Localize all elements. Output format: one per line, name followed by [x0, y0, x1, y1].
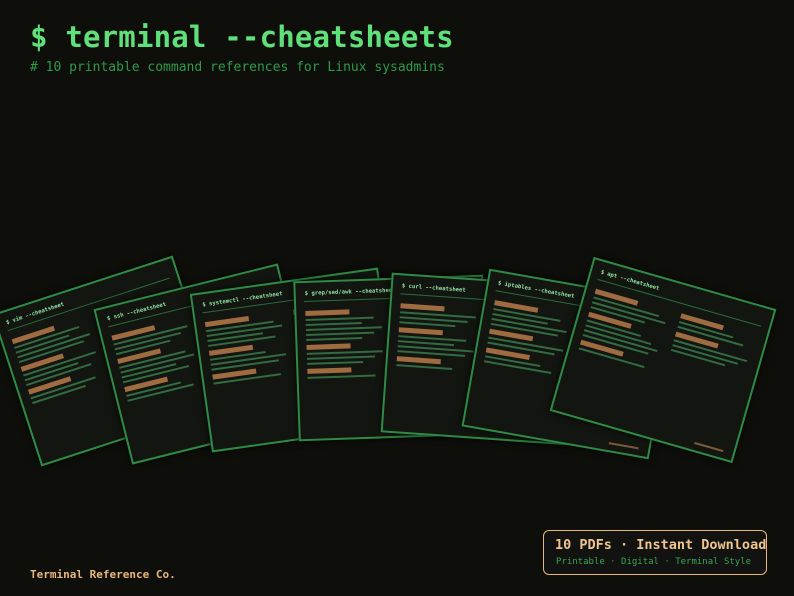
- brand-name: Terminal Reference Co.: [30, 568, 176, 581]
- sheet-column: [483, 296, 574, 379]
- sheet-column: [110, 313, 206, 405]
- sheet-title: $ curl --cheatsheet: [401, 283, 466, 294]
- sheet-column: [204, 307, 293, 387]
- sheet-column: [670, 309, 760, 375]
- sheet-column: [578, 285, 674, 374]
- badge-title: 10 PDFs · Instant Download: [555, 537, 767, 553]
- sheet-title: $ grep/sed/awk --cheatsheet: [304, 287, 396, 297]
- download-badge: 10 PDFs · Instant Download Printable · D…: [543, 530, 767, 575]
- sheet-column: [396, 299, 481, 374]
- sheet-column: [305, 304, 388, 382]
- cheatsheet-stack: $ vim --cheatsheet $ ssh --cheatsheet $ …: [0, 0, 794, 596]
- badge-subtitle: Printable · Digital · Terminal Style: [556, 557, 752, 567]
